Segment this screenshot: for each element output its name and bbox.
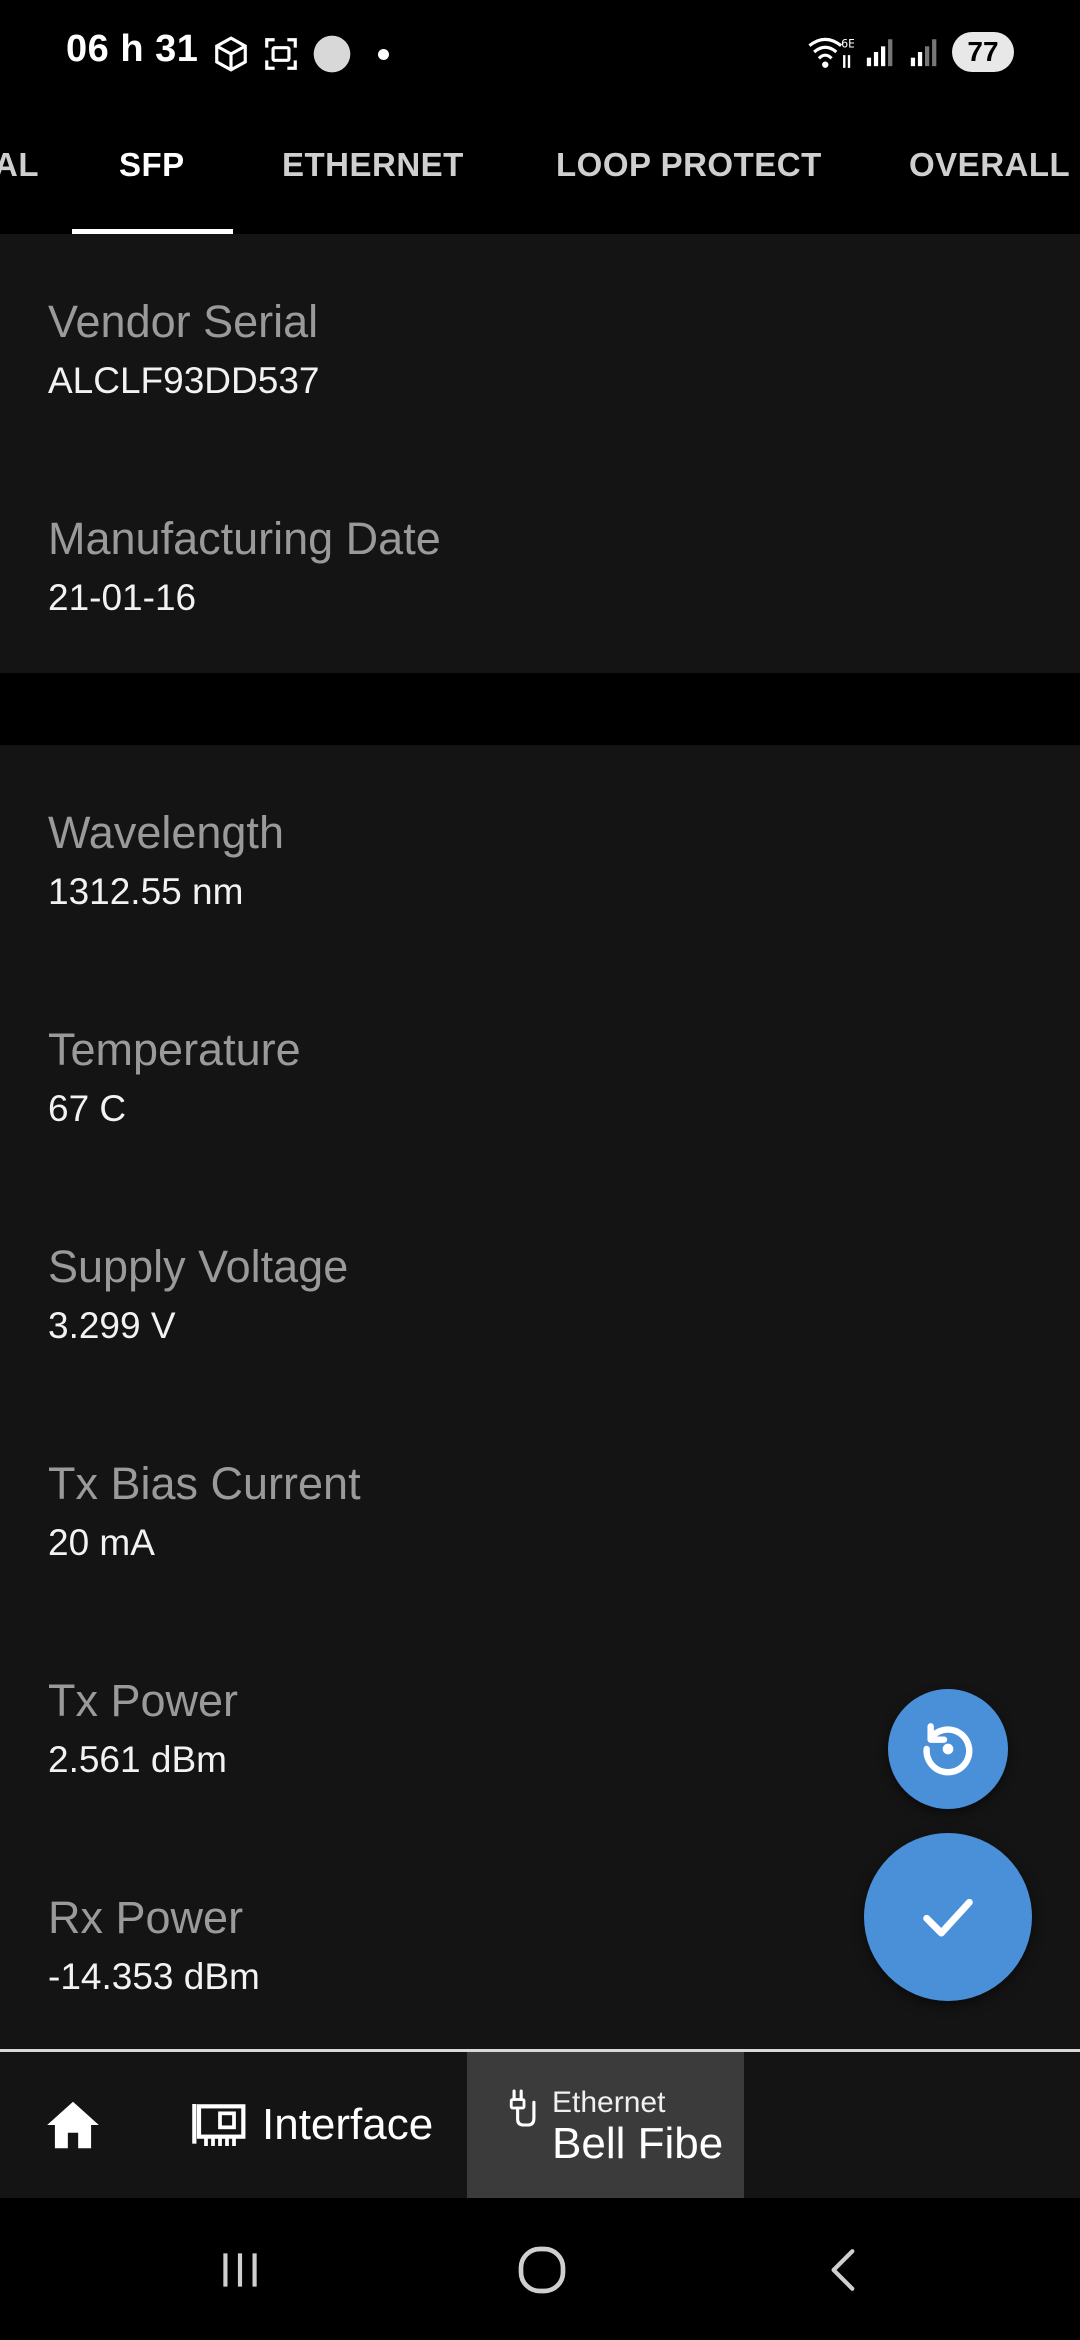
signal-icon bbox=[910, 39, 937, 67]
status-icons-right: 6E 77 bbox=[806, 32, 1014, 72]
field-manufacturing-date: Manufacturing Date 21-01-16 bbox=[0, 451, 1080, 668]
field-value: 20 mA bbox=[48, 1522, 155, 1563]
reset-button[interactable] bbox=[888, 1689, 1008, 1809]
field-label: Wavelength bbox=[48, 807, 284, 858]
field-value: 1312.55 nm bbox=[48, 871, 244, 912]
status-bar: 06 h 31 6E 77 bbox=[0, 0, 1080, 110]
home-button[interactable] bbox=[0, 2052, 145, 2198]
svg-text:6E: 6E bbox=[841, 37, 854, 50]
ethernet-type-label: Ethernet bbox=[552, 2086, 666, 2119]
field-label: Tx Bias Current bbox=[48, 1458, 361, 1509]
field-temperature: Temperature 67 C bbox=[0, 962, 1080, 1179]
check-icon bbox=[923, 1898, 973, 1937]
field-value: ALCLF93DD537 bbox=[48, 360, 320, 401]
section-divider bbox=[0, 673, 1080, 745]
wifi-6e-icon: 6E bbox=[808, 37, 854, 68]
field-value: 3.299 V bbox=[48, 1305, 176, 1346]
interface-label: Interface bbox=[262, 2100, 434, 2149]
ethernet-connection-button[interactable]: Ethernet Bell Fibe bbox=[467, 2052, 744, 2198]
tab-general[interactable]: AL bbox=[0, 146, 39, 184]
field-value: 2.561 dBm bbox=[48, 1739, 227, 1780]
field-value: 67 C bbox=[48, 1088, 127, 1129]
field-vendor-serial: Vendor Serial ALCLF93DD537 bbox=[0, 234, 1080, 451]
apply-button[interactable] bbox=[864, 1833, 1032, 2001]
field-label: Rx Power bbox=[48, 1892, 244, 1943]
back-icon bbox=[831, 2249, 855, 2291]
system-navigation-bar bbox=[0, 2198, 1080, 2340]
field-label: Manufacturing Date bbox=[48, 513, 441, 564]
field-wavelength: Wavelength 1312.55 nm bbox=[0, 745, 1080, 962]
recent-apps-icon bbox=[223, 2253, 257, 2287]
field-label: Tx Power bbox=[48, 1675, 239, 1726]
back-button[interactable] bbox=[804, 2240, 884, 2300]
field-label: Supply Voltage bbox=[48, 1241, 349, 1292]
tab-sfp[interactable]: SFP bbox=[119, 146, 185, 184]
tab-ethernet[interactable]: ETHERNET bbox=[282, 146, 464, 184]
field-value: -14.353 dBm bbox=[48, 1956, 260, 1997]
field-label: Temperature bbox=[48, 1024, 301, 1075]
field-value: 21-01-16 bbox=[48, 577, 197, 618]
circle-icon bbox=[313, 35, 351, 73]
tab-bar: AL SFP ETHERNET LOOP PROTECT OVERALL S bbox=[0, 110, 1080, 234]
interface-button[interactable]: Interface bbox=[152, 2052, 466, 2198]
screenshot-icon bbox=[265, 38, 297, 70]
tab-loop-protect[interactable]: LOOP PROTECT bbox=[556, 146, 822, 184]
home-icon bbox=[46, 2101, 99, 2149]
field-supply-voltage: Supply Voltage 3.299 V bbox=[0, 1179, 1080, 1396]
tab-overall-status[interactable]: OVERALL S bbox=[909, 146, 1080, 184]
field-label: Vendor Serial bbox=[48, 296, 319, 347]
recent-apps-button[interactable] bbox=[200, 2240, 280, 2300]
status-icons-left bbox=[212, 34, 389, 74]
status-time: 06 h 31 bbox=[66, 28, 199, 70]
home-nav-icon bbox=[518, 2246, 566, 2294]
bottom-app-bar: Interface Ethernet Bell Fibe bbox=[0, 2049, 1080, 2198]
ethernet-name-label: Bell Fibe bbox=[552, 2119, 724, 2168]
field-tx-bias-current: Tx Bias Current 20 mA bbox=[0, 1396, 1080, 1613]
sfp-info-card: Vendor Serial ALCLF93DD537 Manufacturing… bbox=[0, 234, 1080, 673]
dot-icon bbox=[378, 48, 389, 60]
cube-icon bbox=[215, 36, 247, 72]
restore-icon bbox=[923, 1723, 973, 1776]
signal-icon bbox=[866, 39, 893, 67]
ethernet-plug-icon bbox=[509, 2089, 536, 2127]
network-card-icon bbox=[192, 2104, 246, 2146]
home-nav-button[interactable] bbox=[502, 2240, 582, 2300]
battery-indicator: 77 bbox=[952, 32, 1014, 72]
